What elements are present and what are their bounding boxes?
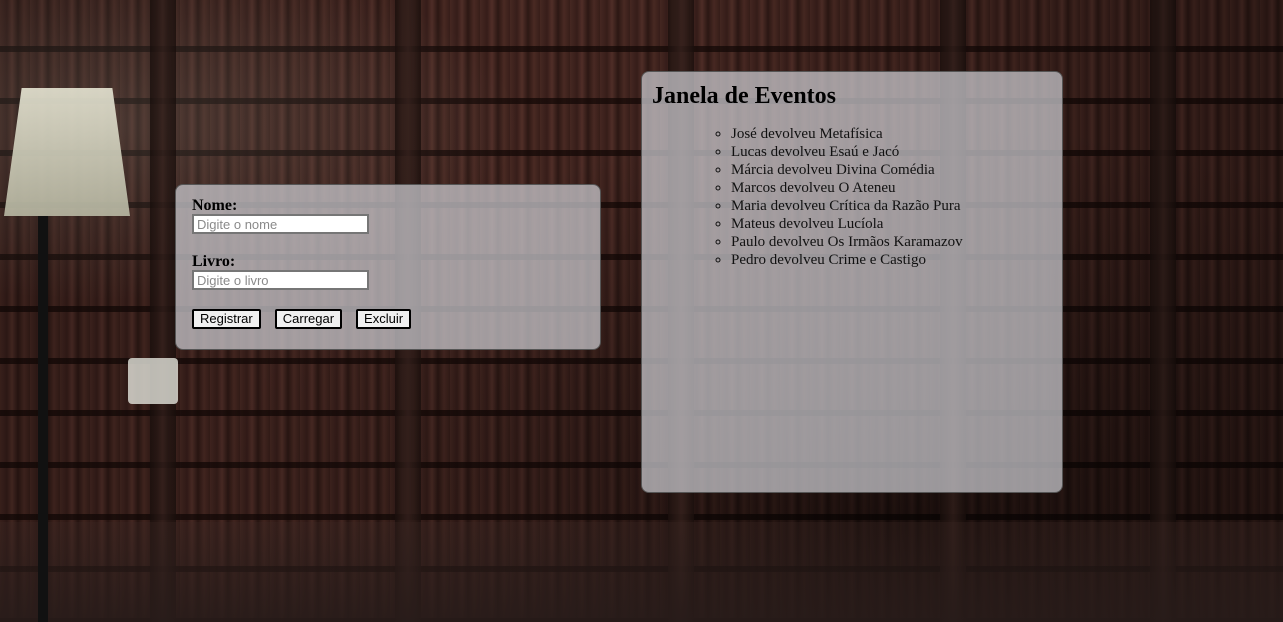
library-floor: [0, 522, 1283, 622]
delete-button[interactable]: Excluir: [356, 309, 412, 329]
floor-lamp-shade: [4, 88, 130, 216]
event-item: Maria devolveu Crítica da Razão Pura: [731, 197, 1052, 215]
form-buttons: Registrar Carregar Excluir: [192, 309, 584, 329]
event-item: Pedro devolveu Crime e Castigo: [731, 251, 1052, 269]
events-window: Janela de Eventos José devolveu Metafísi…: [641, 71, 1063, 493]
register-button[interactable]: Registrar: [192, 309, 261, 329]
event-item: Lucas devolveu Esaú e Jacó: [731, 143, 1052, 161]
book-label: Livro:: [192, 253, 236, 270]
event-item: Marcos devolveu O Ateneu: [731, 179, 1052, 197]
event-item: Paulo devolveu Os Irmãos Karamazov: [731, 233, 1052, 251]
event-item: Márcia devolveu Divina Comédia: [731, 161, 1052, 179]
load-button[interactable]: Carregar: [274, 309, 343, 329]
events-list: José devolveu Metafísica Lucas devolveu …: [652, 125, 1052, 269]
register-form-panel: Nome: Livro: Registrar Carregar Excluir: [175, 184, 601, 350]
book-input[interactable]: [192, 270, 369, 290]
floor-lamp-pole: [38, 216, 48, 622]
event-item: Mateus devolveu Lucíola: [731, 215, 1052, 233]
name-input[interactable]: [192, 214, 369, 234]
small-lamp: [128, 358, 178, 404]
events-title: Janela de Eventos: [652, 83, 837, 109]
name-label: Nome:: [192, 197, 238, 214]
event-item: José devolveu Metafísica: [731, 125, 1052, 143]
